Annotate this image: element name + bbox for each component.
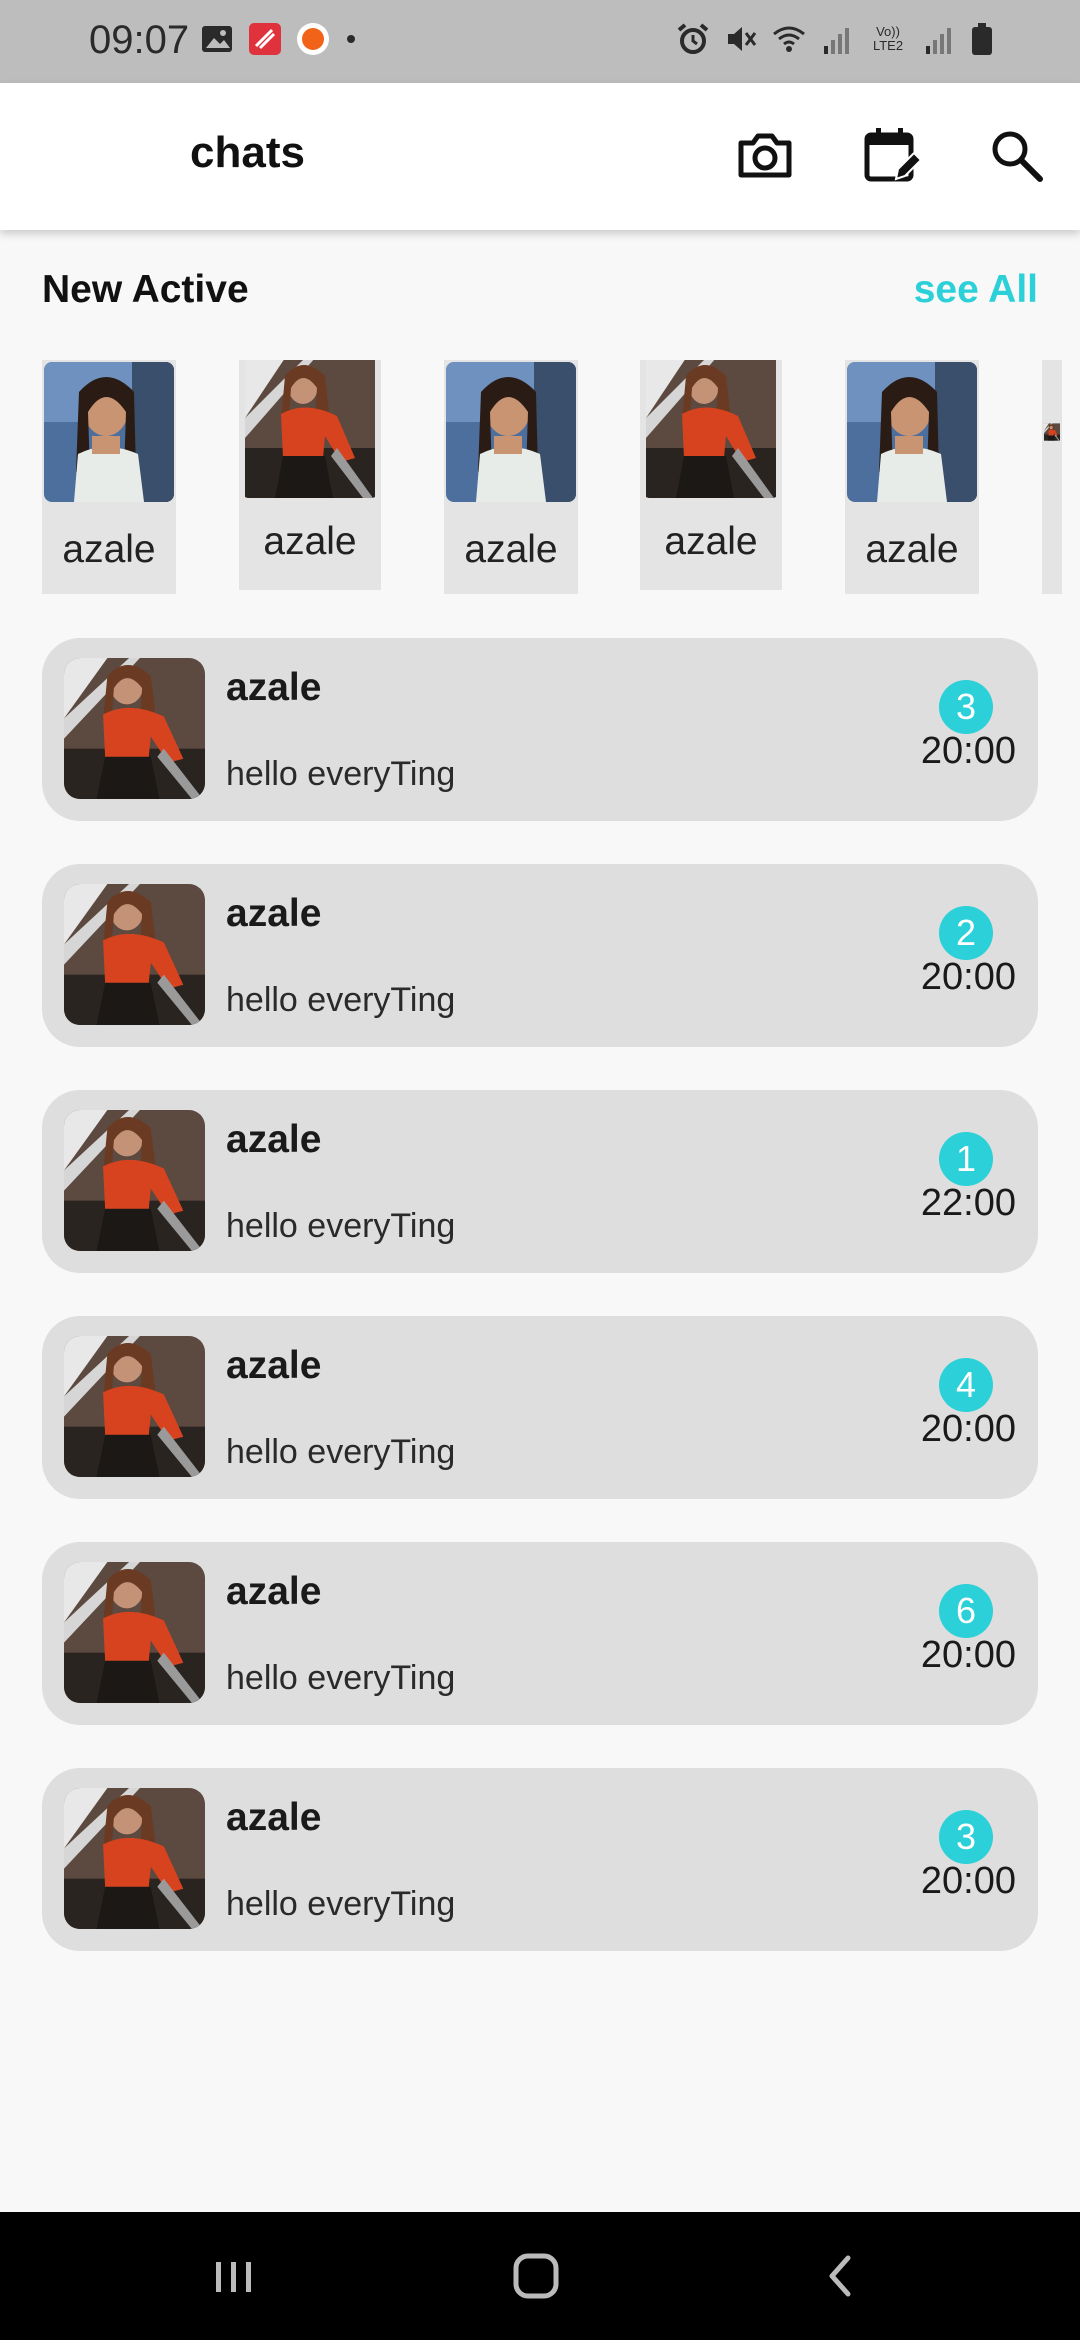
chat-time: 22:00 [920, 1182, 1016, 1224]
story-avatar [446, 362, 576, 502]
story-avatar [642, 360, 780, 498]
active-stories-row[interactable]: azale azale azale azale azale [0, 360, 1080, 600]
chat-avatar [64, 658, 205, 799]
story-item[interactable]: azale [444, 360, 578, 594]
chat-time: 20:00 [920, 956, 1016, 998]
page-title: chats [190, 128, 305, 177]
mute-icon [728, 27, 757, 51]
chat-avatar [64, 1562, 205, 1703]
story-item-partial[interactable] [1042, 360, 1062, 594]
story-item[interactable]: azale [42, 360, 176, 594]
chat-avatar [64, 1110, 205, 1251]
calendar-edit-icon[interactable] [862, 125, 922, 185]
story-item[interactable]: azale [640, 360, 782, 590]
chat-item[interactable]: azale hello everyTing 4 20:00 [42, 1316, 1038, 1499]
alarm-icon [677, 23, 709, 54]
camera-icon[interactable] [735, 125, 795, 185]
chat-last-message: hello everyTing [226, 1659, 456, 1697]
story-label: azale [263, 520, 357, 563]
see-all-link[interactable]: see All [914, 268, 1038, 312]
image-icon [202, 26, 232, 52]
signal-icon [926, 28, 951, 54]
search-icon[interactable] [986, 125, 1046, 185]
status-bar: 09:07 Vo)) LTE2 [0, 0, 1080, 83]
back-icon[interactable] [808, 2246, 872, 2306]
signal-icon [824, 28, 849, 54]
dot-icon [347, 35, 355, 43]
unread-badge: 2 [939, 906, 993, 960]
chat-name: azale [226, 892, 322, 935]
chat-last-message: hello everyTing [226, 1885, 456, 1923]
story-avatar [241, 360, 379, 498]
chat-item[interactable]: azale hello everyTing 1 22:00 [42, 1090, 1038, 1273]
chat-time: 20:00 [920, 1860, 1016, 1902]
chat-name: azale [226, 666, 322, 709]
volte-icon: Vo)) LTE2 [872, 24, 904, 53]
chat-item[interactable]: azale hello everyTing 6 20:00 [42, 1542, 1038, 1725]
chat-item[interactable]: azale hello everyTing 3 20:00 [42, 638, 1038, 821]
chat-avatar [64, 1788, 205, 1929]
chat-name: azale [226, 1344, 322, 1387]
chat-last-message: hello everyTing [226, 981, 456, 1019]
chat-avatar [64, 1336, 205, 1477]
unread-badge: 6 [939, 1584, 993, 1638]
chat-last-message: hello everyTing [226, 755, 456, 793]
system-nav-bar [0, 2212, 1080, 2340]
chat-item[interactable]: azale hello everyTing 3 20:00 [42, 1768, 1038, 1951]
story-label: azale [865, 528, 959, 571]
unread-badge: 3 [939, 680, 993, 734]
story-item[interactable]: azale [239, 360, 381, 590]
unread-badge: 1 [939, 1132, 993, 1186]
chat-name: azale [226, 1570, 322, 1613]
chat-time: 20:00 [920, 730, 1016, 772]
chat-last-message: hello everyTing [226, 1433, 456, 1471]
new-active-heading: New Active [42, 268, 249, 311]
story-label: azale [664, 520, 758, 563]
chat-last-message: hello everyTing [226, 1207, 456, 1245]
battery-icon [972, 23, 992, 55]
story-avatar [1044, 362, 1060, 502]
app-notification-icon [249, 23, 281, 55]
story-item[interactable]: azale [845, 360, 979, 594]
wifi-icon [773, 26, 805, 52]
chat-time: 20:00 [920, 1408, 1016, 1450]
orange-app-icon [297, 23, 329, 55]
app-bar: chats [0, 83, 1080, 230]
status-time: 09:07 [89, 18, 190, 62]
chat-time: 20:00 [920, 1634, 1016, 1676]
home-icon[interactable] [504, 2246, 568, 2306]
story-avatar [847, 362, 977, 502]
chat-avatar [64, 884, 205, 1025]
story-avatar [44, 362, 174, 502]
unread-badge: 4 [939, 1358, 993, 1412]
chat-name: azale [226, 1796, 322, 1839]
story-label: azale [464, 528, 558, 571]
story-label: azale [62, 528, 156, 571]
chat-item[interactable]: azale hello everyTing 2 20:00 [42, 864, 1038, 1047]
unread-badge: 3 [939, 1810, 993, 1864]
recent-apps-icon[interactable] [202, 2246, 266, 2306]
chat-name: azale [226, 1118, 322, 1161]
